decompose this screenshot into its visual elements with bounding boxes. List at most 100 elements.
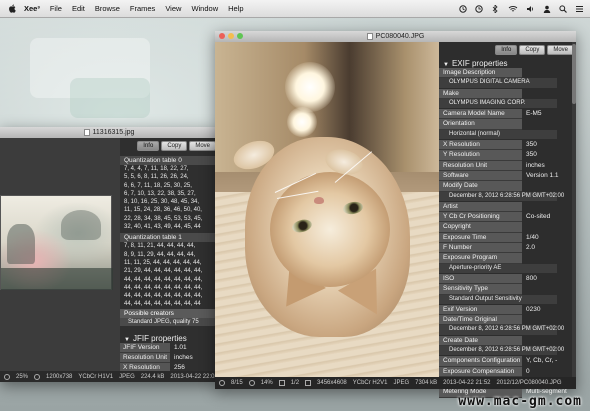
spotlight-search-icon[interactable] [559, 5, 567, 13]
dimensions-icon [34, 373, 41, 380]
exif-value: 1/40 [526, 233, 539, 241]
exif-value: December 8, 2012 6:28:56 PM GMT+02:00 [439, 346, 564, 357]
zoom-button[interactable] [237, 33, 243, 39]
menu-browse[interactable]: Browse [95, 4, 120, 13]
file-size: 224.4 kB [140, 373, 165, 380]
image-preview[interactable] [0, 195, 113, 290]
quant1-row: 44, 44, 44, 44, 44, 44, 44, 44, [124, 284, 203, 291]
notification-center-icon[interactable] [575, 5, 584, 13]
exif-row: Components Configuration Y, Cb, Cr, - [439, 356, 576, 367]
minimize-button[interactable] [228, 33, 234, 39]
exif-key: Date/Time Original [439, 315, 522, 326]
window-title: PC080040.JPG [375, 33, 425, 40]
quant0-row: 7, 4, 4, 7, 11, 18, 22, 27, [124, 166, 189, 172]
exif-key: Orientation [439, 119, 522, 130]
exif-value: 0230 [526, 305, 541, 313]
quant1-row: 44, 44, 44, 44, 44, 44, 44, 44 [124, 301, 201, 308]
file-date: 2013-04-22 22:02 [170, 373, 218, 380]
quant0-row: 22, 28, 34, 38, 45, 53, 53, 45, [124, 215, 203, 222]
exif-row: Resolution Unit inches [439, 160, 576, 171]
exif-key: ISO [439, 273, 522, 285]
jfif-key: JFIF Version [120, 343, 170, 353]
exif-row: Software Version 1.1 [439, 170, 576, 182]
close-button[interactable] [219, 33, 225, 39]
user-icon[interactable] [543, 5, 551, 13]
exif-row: Y Resolution 350 [439, 150, 576, 161]
clock-icon[interactable] [475, 5, 483, 13]
tab-copy[interactable]: Copy [161, 141, 188, 151]
photo-light [285, 62, 335, 112]
color-format: YCbCr H2V1 [352, 380, 388, 386]
window-titlebar[interactable]: 11316315.jpg [0, 127, 218, 138]
tab-info[interactable]: Info [137, 141, 160, 151]
scrollbar[interactable] [572, 42, 576, 377]
browse-icon[interactable] [219, 380, 225, 386]
tab-info[interactable]: Info [495, 45, 518, 55]
tab-move[interactable]: Move [547, 45, 574, 55]
exif-panel: Info Copy Move ▼ EXIF properties Image De… [439, 42, 576, 398]
exif-key: F Number [439, 243, 522, 254]
tab-copy[interactable]: Copy [519, 45, 546, 55]
exif-key: Copyright [439, 222, 522, 233]
frame-index: 1/2 [290, 380, 300, 386]
exif-key: Resolution Unit [439, 160, 522, 171]
menu-edit[interactable]: Edit [72, 4, 85, 13]
volume-icon[interactable] [526, 5, 535, 13]
exif-value: December 8, 2012 6:28:56 PM GMT+02:00 [439, 191, 564, 202]
scrollbar-thumb[interactable] [572, 44, 576, 104]
painting-shape [61, 210, 101, 240]
jfif-value: inches [174, 354, 193, 361]
exif-row: Exif Version 0230 [439, 304, 576, 316]
possible-creators-label: Possible creators [120, 309, 218, 318]
bluetooth-icon[interactable] [491, 5, 500, 13]
exif-key: Software [439, 170, 522, 182]
panel-tabs: Info Copy Move [120, 138, 218, 154]
exif-row: Exposure Time 1/40 [439, 232, 576, 244]
quant1-row: 44, 44, 44, 44, 44, 44, 44, 44, [124, 276, 203, 283]
menu-app-name[interactable]: Xee³ [24, 4, 40, 13]
time-machine-icon[interactable] [459, 5, 467, 13]
zoom-icon[interactable] [248, 380, 255, 386]
menu-view[interactable]: View [165, 4, 181, 13]
jfif-row: Resolution Unit inches [120, 353, 218, 363]
zoom-level: 25% [16, 373, 29, 380]
image-index: 8/15 [231, 380, 243, 386]
menu-extras [459, 0, 584, 18]
possible-creators-value: Standard JPEG, quality 75 [120, 318, 218, 326]
quantization-table-0-label: Quantization table 0 [120, 156, 218, 165]
exif-value: 350 [526, 141, 537, 149]
menu-file[interactable]: File [50, 4, 62, 13]
jfif-title[interactable]: ▼ JFIF properties [120, 334, 218, 343]
exif-value: 800 [526, 274, 537, 282]
exif-value: 0 [526, 367, 530, 375]
exif-key: Y Resolution [439, 150, 522, 161]
exif-key: Y Cb Cr Positioning [439, 212, 522, 223]
zoom-icon[interactable] [4, 373, 10, 380]
exif-value: inches [526, 161, 545, 169]
frames-icon[interactable] [278, 380, 285, 386]
wifi-icon[interactable] [508, 5, 518, 13]
painting-shape [7, 224, 35, 264]
exif-row: Y Cb Cr Positioning Co-sited [439, 212, 576, 223]
status-bar: 8/15 14% 1/2 3456x4608 YCbCr H2V1 JPEG 7… [215, 377, 576, 389]
menu-frames[interactable]: Frames [130, 4, 155, 13]
image-view-cat-photo[interactable] [215, 42, 439, 377]
exif-value: Co-sited [526, 213, 551, 221]
quant0-row: 8, 10, 16, 25, 30, 48, 45, 34, [124, 199, 200, 206]
tab-move[interactable]: Move [189, 141, 216, 151]
menu-window[interactable]: Window [191, 4, 218, 13]
exif-value: Y, Cb, Cr, - [526, 357, 558, 365]
menu-help[interactable]: Help [228, 4, 243, 13]
jfif-title-text: JFIF properties [132, 334, 187, 343]
file-size: 7304 kB [415, 380, 438, 386]
exif-key: Create Date [439, 335, 522, 347]
exif-row: F Number 2.0 [439, 243, 576, 254]
window-titlebar[interactable]: PC080040.JPG [215, 31, 576, 42]
dimensions-icon [305, 380, 312, 386]
secondary-viewer-window: 11316315.jpg Info Copy Move Quantization… [0, 127, 218, 382]
apple-menu-icon[interactable] [8, 4, 16, 13]
exif-title[interactable]: ▼ EXIF properties [439, 59, 576, 68]
exif-title-text: EXIF properties [451, 59, 508, 68]
desktop-blur [70, 78, 150, 118]
file-format: JPEG [393, 380, 410, 386]
